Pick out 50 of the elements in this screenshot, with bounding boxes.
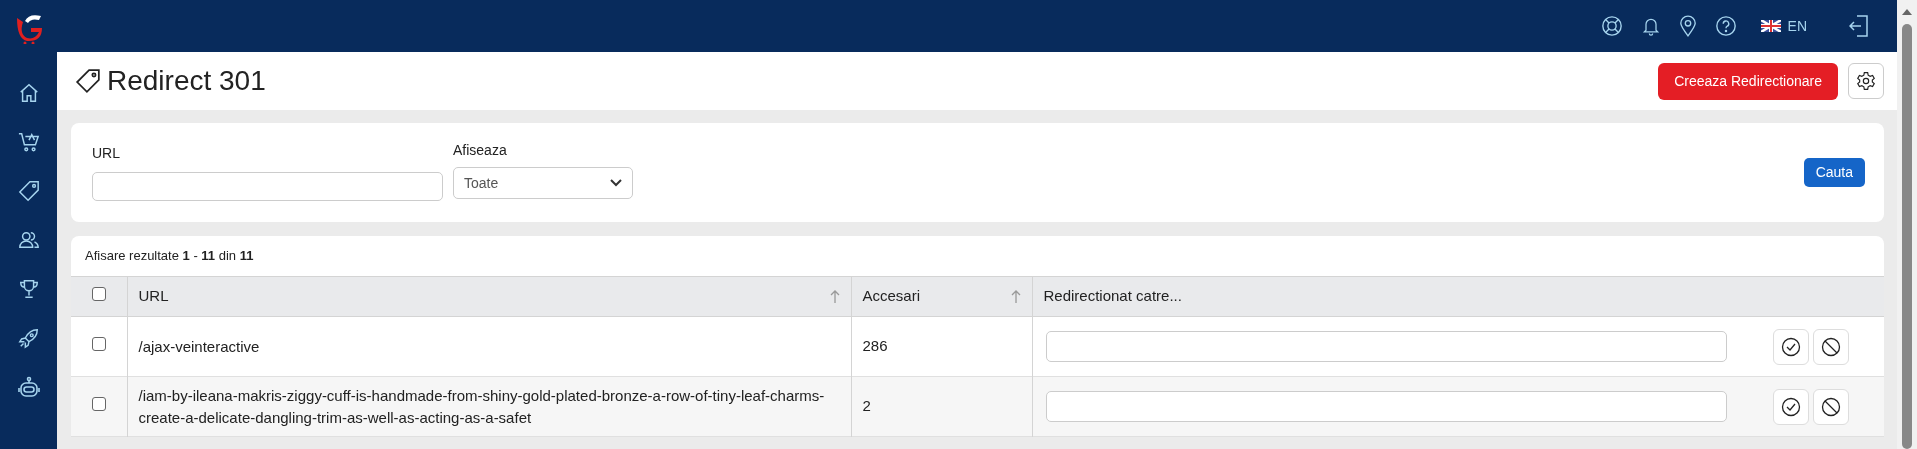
create-redirect-button[interactable]: Creeaza Redirectionare <box>1658 62 1838 100</box>
logo-icon[interactable] <box>14 12 43 44</box>
search-button[interactable]: Cauta <box>1803 158 1865 187</box>
confirm-button[interactable] <box>1772 328 1809 365</box>
scrollbar[interactable] <box>1897 0 1917 449</box>
location-pin-icon[interactable] <box>1678 15 1697 37</box>
url-text: /ajax-veinteractive <box>138 337 260 355</box>
checkbox[interactable] <box>91 287 106 302</box>
column-header[interactable]: URL <box>127 276 851 317</box>
redirect-target-input[interactable] <box>1045 391 1727 422</box>
checkbox[interactable] <box>91 337 106 352</box>
cancel-button[interactable] <box>1812 328 1849 365</box>
url-input[interactable] <box>92 171 443 201</box>
results-summary: Afisare rezultate 1 - 11 din 11 <box>84 247 255 265</box>
check-circle-icon <box>1780 396 1801 417</box>
arrow-up-icon <box>829 289 840 304</box>
column-header[interactable]: Accesari <box>851 276 1032 317</box>
robot-icon[interactable] <box>16 376 41 400</box>
help-icon[interactable] <box>1714 15 1737 37</box>
trophy-icon[interactable] <box>17 278 40 300</box>
block-icon <box>1820 336 1841 357</box>
url-label: URL <box>92 143 121 163</box>
block-icon <box>1820 396 1841 417</box>
show-select[interactable]: Toate <box>453 167 633 199</box>
checkbox[interactable] <box>91 397 106 412</box>
show-label: Afiseaza <box>453 141 508 160</box>
chevron-down-icon <box>610 179 622 187</box>
lifebuoy-icon[interactable] <box>1600 15 1623 37</box>
logout-icon[interactable] <box>1849 15 1869 37</box>
rocket-icon[interactable] <box>17 327 40 349</box>
home-icon[interactable] <box>17 82 40 104</box>
users-icon[interactable] <box>17 229 40 251</box>
tag-icon[interactable] <box>17 180 40 202</box>
language-selector[interactable]: EN <box>1787 15 1807 37</box>
arrow-up-icon <box>1010 289 1021 304</box>
url-text: /iam-by-ileana-makris-ziggy-cuff-is-handmade-from-shiny-gold-plated-bronze-a-row-of-tiny-leaf-charms-create-a-delicate-dangling-trim-as-well-as-acting-as-a-safet <box>138 386 825 426</box>
hits-count: 286 <box>862 337 888 355</box>
confirm-button[interactable] <box>1772 388 1809 425</box>
cancel-button[interactable] <box>1812 388 1849 425</box>
column-header: Redirectionat catre... <box>1032 276 1884 317</box>
page-title: Redirect 301 <box>107 64 266 98</box>
flag-icon[interactable] <box>1760 20 1781 32</box>
hits-count: 2 <box>862 397 871 415</box>
settings-button[interactable] <box>1848 63 1884 99</box>
redirect-target-input[interactable] <box>1045 331 1727 362</box>
scroll-up-icon[interactable] <box>1901 8 1913 16</box>
check-circle-icon <box>1780 336 1801 357</box>
tag-icon <box>75 68 101 94</box>
settings-icon <box>1856 71 1876 91</box>
cart-icon[interactable] <box>17 131 40 153</box>
